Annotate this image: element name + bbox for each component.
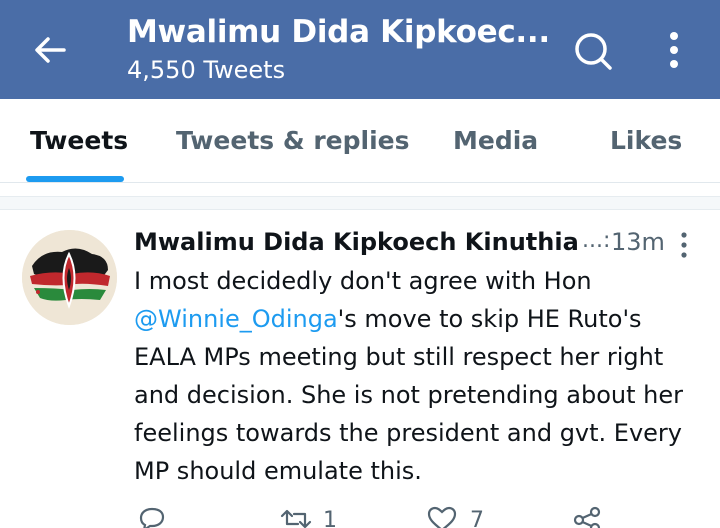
active-tab-indicator — [26, 176, 124, 182]
tweet-timestamp: 13m — [611, 228, 665, 256]
tab-media[interactable]: Media — [453, 126, 538, 155]
author-truncation: ...: — [582, 228, 611, 253]
tweet-menu-icon[interactable] — [676, 230, 692, 260]
tweet-text-start: I most decidedly don't agree with Hon — [134, 267, 592, 295]
profile-tabs: Tweets Tweets & replies Media Likes — [0, 99, 720, 183]
tweet-body: I most decidedly don't agree with Hon @W… — [134, 262, 704, 490]
more-vertical-icon[interactable] — [660, 28, 688, 72]
mention-link[interactable]: @Winnie_Odinga — [134, 305, 338, 333]
share-icon[interactable] — [572, 506, 602, 528]
retweet-count: 1 — [323, 508, 337, 528]
tweet-count: 4,550 Tweets — [127, 56, 286, 84]
tweet-author-name[interactable]: Mwalimu Dida Kipkoech Kinuthia — [134, 228, 579, 256]
profile-header: Mwalimu Dida Kipkoec... 4,550 Tweets — [0, 0, 720, 99]
tab-likes[interactable]: Likes — [610, 126, 682, 155]
heart-icon[interactable] — [427, 506, 457, 528]
reply-icon[interactable] — [138, 506, 166, 528]
profile-name-title: Mwalimu Dida Kipkoec... — [127, 14, 550, 50]
arrow-left-icon[interactable] — [30, 30, 70, 70]
tab-tweets-and-replies[interactable]: Tweets & replies — [176, 126, 410, 155]
section-divider — [0, 196, 720, 210]
like-count: 7 — [470, 508, 484, 528]
retweet-icon[interactable] — [278, 506, 314, 528]
avatar[interactable] — [22, 230, 117, 325]
tab-tweets[interactable]: Tweets — [30, 126, 128, 155]
search-icon[interactable] — [570, 28, 616, 74]
